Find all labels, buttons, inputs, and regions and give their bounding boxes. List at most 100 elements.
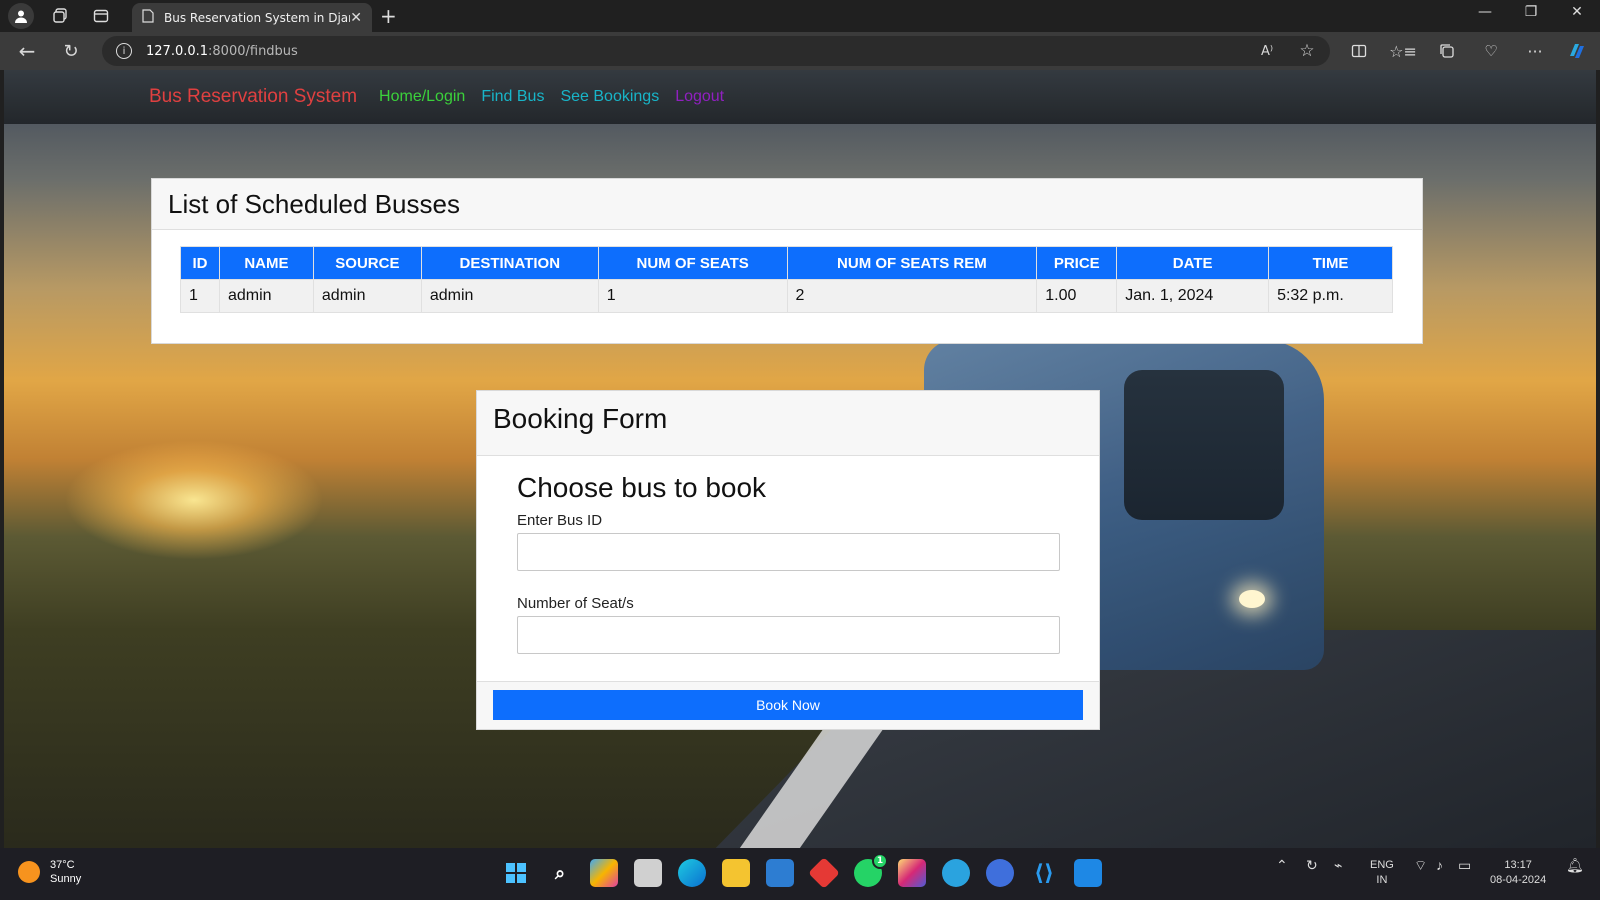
bus-list-card: List of Scheduled Busses ID NAME SOURCE … bbox=[151, 178, 1423, 344]
split-screen-icon[interactable] bbox=[1346, 38, 1372, 64]
tab-title: Bus Reservation System in Djang bbox=[164, 10, 351, 25]
table-cell: 5:32 p.m. bbox=[1268, 279, 1393, 313]
start-menu-icon[interactable] bbox=[502, 859, 530, 887]
table-row: 1 admin admin admin 1 2 1.00 Jan. 1, 202… bbox=[180, 279, 1393, 313]
windows-taskbar: 37°C Sunny ⌕ 1 ⟨⟩ ⌃ ↻ ⌁ ENG IN ⌔ ♪ ▭ 13:… bbox=[0, 848, 1600, 900]
table-cell: 1.00 bbox=[1036, 279, 1118, 313]
sync-icon[interactable]: ↻ bbox=[1306, 858, 1318, 873]
telegram-icon[interactable] bbox=[942, 859, 970, 887]
whatsapp-icon[interactable]: 1 bbox=[854, 853, 888, 887]
search-icon[interactable]: ⌕ bbox=[546, 859, 574, 887]
column-header: ID bbox=[180, 246, 220, 280]
tab-actions-icon[interactable] bbox=[86, 1, 116, 31]
clock[interactable]: 13:17 08-04-2024 bbox=[1490, 858, 1546, 888]
battery-icon[interactable]: ▭ bbox=[1458, 858, 1471, 873]
column-header: PRICE bbox=[1036, 246, 1118, 280]
background-sunset bbox=[64, 440, 324, 560]
address-bar[interactable]: i 127.0.0.1:8000/findbus bbox=[102, 36, 1330, 66]
column-header: DATE bbox=[1116, 246, 1270, 280]
column-header: NUM OF SEATS bbox=[597, 246, 788, 280]
table-cell: 1 bbox=[597, 279, 788, 313]
browser-tab-bar: Bus Reservation System in Djang ✕ + — ❐ … bbox=[0, 0, 1600, 32]
tray-overflow-icon[interactable]: ⌃ bbox=[1276, 858, 1288, 873]
seats-input[interactable] bbox=[517, 616, 1060, 654]
language-indicator[interactable]: ENG IN bbox=[1370, 858, 1394, 888]
app-red-icon[interactable] bbox=[808, 857, 840, 889]
notification-bell-icon[interactable]: 🔔︎ bbox=[1566, 858, 1584, 873]
tray-app-icon[interactable]: ⌁ bbox=[1334, 858, 1342, 873]
sunny-weather-icon bbox=[18, 861, 40, 883]
instagram-icon[interactable] bbox=[898, 859, 926, 887]
volume-icon[interactable]: ♪ bbox=[1436, 858, 1443, 873]
table-cell: 2 bbox=[786, 279, 1038, 313]
seats-label: Number of Seat/s bbox=[517, 595, 634, 612]
booking-form-footer: Book Now bbox=[477, 681, 1099, 729]
close-tab-icon[interactable]: ✕ bbox=[350, 10, 362, 26]
url-path: :8000/findbus bbox=[208, 43, 298, 59]
table-header-row: ID NAME SOURCE DESTINATION NUM OF SEATS … bbox=[180, 246, 1393, 280]
background-bus-window bbox=[1124, 370, 1284, 520]
vscode-icon[interactable]: ⟨⟩ bbox=[1030, 859, 1058, 887]
info-icon[interactable]: i bbox=[116, 43, 132, 59]
profile-icon[interactable] bbox=[8, 3, 34, 29]
weather-temp: 37°C bbox=[50, 859, 75, 871]
close-window-icon[interactable]: ✕ bbox=[1562, 4, 1592, 20]
weather-desc: Sunny bbox=[50, 873, 82, 885]
table-cell: admin bbox=[218, 279, 314, 313]
favorite-star-icon[interactable]: ☆ bbox=[1294, 38, 1320, 64]
page-icon bbox=[142, 9, 154, 26]
restore-icon[interactable]: ❐ bbox=[1516, 4, 1546, 20]
column-header: NUM OF SEATS REM bbox=[786, 246, 1038, 280]
new-tab-icon[interactable]: + bbox=[380, 4, 397, 28]
booking-form-title: Booking Form bbox=[477, 391, 1099, 456]
copilot-taskbar-icon[interactable] bbox=[590, 859, 618, 887]
back-icon[interactable]: ← bbox=[14, 38, 40, 64]
book-now-button[interactable]: Book Now bbox=[493, 690, 1083, 720]
clock-date: 08-04-2024 bbox=[1490, 874, 1547, 886]
browser-tab-active[interactable]: Bus Reservation System in Djang ✕ bbox=[132, 3, 372, 32]
column-header: SOURCE bbox=[312, 246, 422, 280]
nav-home-login[interactable]: Home/Login bbox=[379, 88, 465, 106]
minimize-icon[interactable]: — bbox=[1470, 4, 1500, 20]
table-cell: 1 bbox=[180, 279, 220, 313]
table-cell: Jan. 1, 2024 bbox=[1116, 279, 1270, 313]
browser-essentials-icon[interactable]: ♡ bbox=[1478, 38, 1504, 64]
table-cell: admin bbox=[420, 279, 599, 313]
edge-browser-icon[interactable] bbox=[678, 859, 706, 887]
favorites-icon[interactable]: ☆≡ bbox=[1389, 38, 1417, 64]
refresh-icon[interactable]: ↻ bbox=[58, 38, 84, 64]
bus-id-label: Enter Bus ID bbox=[517, 512, 603, 529]
bus-table: ID NAME SOURCE DESTINATION NUM OF SEATS … bbox=[180, 246, 1393, 313]
background-bus-headlight bbox=[1239, 590, 1265, 608]
column-header: TIME bbox=[1268, 246, 1393, 280]
copilot-icon[interactable] bbox=[1564, 38, 1590, 64]
task-view-icon[interactable] bbox=[634, 859, 662, 887]
photos-icon[interactable] bbox=[1074, 859, 1102, 887]
weather-widget[interactable]: 37°C Sunny bbox=[18, 858, 81, 886]
nav-logout[interactable]: Logout bbox=[675, 88, 724, 106]
bus-id-input[interactable] bbox=[517, 533, 1060, 571]
browser-toolbar: ← ↻ i 127.0.0.1:8000/findbus A⁾ ☆ ☆≡ ♡ ·… bbox=[0, 32, 1600, 70]
file-explorer-icon[interactable] bbox=[722, 859, 750, 887]
site-navbar: Bus Reservation System Home/Login Find B… bbox=[4, 70, 1596, 124]
url-host: 127.0.0.1 bbox=[146, 43, 209, 59]
microsoft-store-icon[interactable] bbox=[766, 859, 794, 887]
column-header: NAME bbox=[218, 246, 314, 280]
brand-link[interactable]: Bus Reservation System bbox=[149, 86, 357, 108]
wifi-icon[interactable]: ⌔ bbox=[1414, 858, 1427, 873]
clock-time: 13:17 bbox=[1504, 859, 1532, 871]
read-aloud-icon[interactable]: A⁾ bbox=[1254, 38, 1280, 64]
whatsapp-badge: 1 bbox=[872, 853, 888, 869]
more-options-icon[interactable]: ··· bbox=[1522, 38, 1548, 64]
bus-list-title: List of Scheduled Busses bbox=[152, 179, 1422, 230]
nav-see-bookings[interactable]: See Bookings bbox=[560, 88, 659, 106]
booking-form-body: Choose bus to book Enter Bus ID Number o… bbox=[477, 456, 1099, 654]
page-viewport: Bus Reservation System Home/Login Find B… bbox=[4, 70, 1596, 848]
table-cell: admin bbox=[312, 279, 422, 313]
app-blue-icon[interactable] bbox=[986, 859, 1014, 887]
nav-find-bus[interactable]: Find Bus bbox=[481, 88, 544, 106]
collections-icon[interactable] bbox=[1434, 38, 1460, 64]
workspaces-icon[interactable] bbox=[46, 1, 76, 31]
column-header: DESTINATION bbox=[420, 246, 599, 280]
booking-form-card: Booking Form Choose bus to book Enter Bu… bbox=[476, 390, 1100, 730]
